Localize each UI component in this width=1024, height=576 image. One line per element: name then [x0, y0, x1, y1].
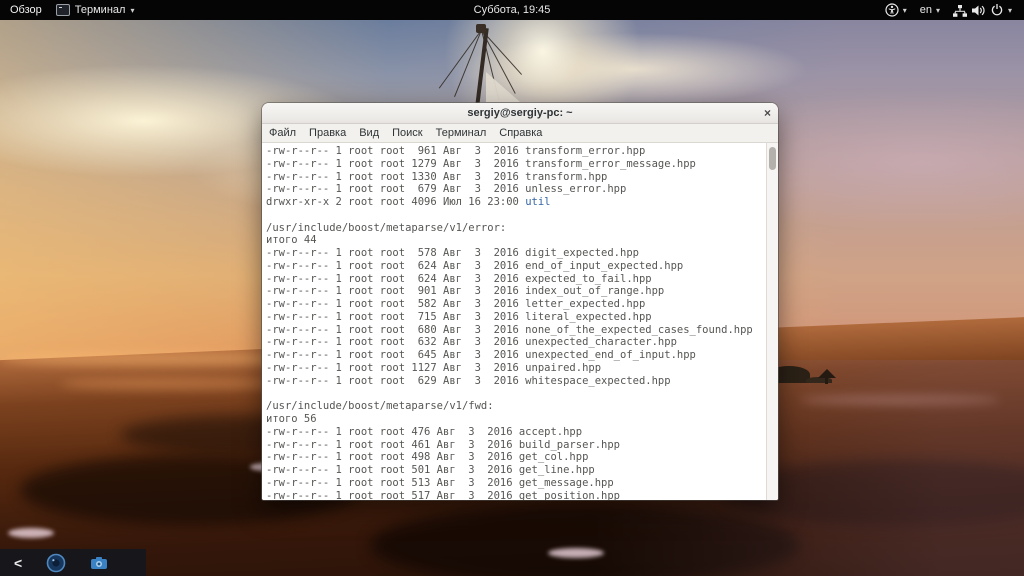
- system-status-menu[interactable]: ▾: [952, 3, 1012, 17]
- terminal-line: -rw-r--r-- 1 root root 961 Авг 3 2016 tr…: [266, 145, 646, 157]
- accessibility-menu[interactable]: ▾: [885, 3, 907, 17]
- wave-foam: [8, 528, 54, 538]
- volume-icon: [971, 5, 985, 15]
- sail-shape: [486, 72, 520, 102]
- hut-silhouette: [818, 369, 836, 378]
- terminal-line: -rw-r--r-- 1 root root 498 Авг 3 2016 ge…: [266, 451, 589, 464]
- menu-file[interactable]: Файл: [269, 127, 296, 139]
- terminal-line: -rw-r--r-- 1 root root 461 Авг 3 2016 bu…: [266, 438, 621, 451]
- terminal-line: -rw-r--r-- 1 root root 501 Авг 3 2016 ge…: [266, 464, 595, 477]
- terminal-line: -rw-r--r-- 1 root root 624 Авг 3 2016 en…: [266, 259, 684, 272]
- terminal-line: /usr/include/boost/metaparse/v1/fwd:: [266, 400, 494, 413]
- power-icon: [991, 4, 1003, 16]
- hut-silhouette: [825, 378, 828, 384]
- top-panel: Обзор Терминал ▾ Суббота, 19:45 ▾ en ▾ ▾: [0, 0, 1024, 20]
- terminal-line: -rw-r--r-- 1 root root 629 Авг 3 2016 wh…: [266, 374, 671, 387]
- menu-search[interactable]: Поиск: [392, 127, 422, 139]
- chevron-down-icon: ▾: [130, 5, 135, 15]
- terminal-line: -rw-r--r-- 1 root root 1279 Авг 3 2016 t…: [266, 157, 696, 170]
- terminal-line: -rw-r--r-- 1 root root 901 Авг 3 2016 in…: [266, 285, 665, 298]
- window-title: sergiy@sergiy-pc: ~: [467, 107, 573, 119]
- terminal-line: -rw-r--r-- 1 root root 645 Авг 3 2016 un…: [266, 349, 696, 362]
- network-icon: [952, 4, 967, 17]
- terminal-line: -rw-r--r-- 1 root root 582 Авг 3 2016 le…: [266, 298, 646, 311]
- keyboard-layout-menu[interactable]: en ▾: [920, 4, 940, 16]
- terminal-line: -rw-r--r-- 1 root root 578 Авг 3 2016 di…: [266, 247, 639, 260]
- terminal-line: итого 56: [266, 413, 317, 426]
- window-titlebar[interactable]: sergiy@sergiy-pc: ~ ×: [262, 103, 778, 124]
- terminal-line: -rw-r--r-- 1 root root 1330 Авг 3 2016 t…: [266, 170, 608, 183]
- terminal-body: -rw-r--r-- 1 root root 961 Авг 3 2016 tr…: [262, 143, 778, 500]
- menu-edit[interactable]: Правка: [309, 127, 346, 139]
- tray-app-lens-icon[interactable]: [46, 553, 66, 573]
- clock-button[interactable]: Суббота, 19:45: [474, 4, 551, 16]
- bottom-tray: <: [0, 549, 146, 576]
- mast-top: [476, 24, 486, 33]
- chevron-down-icon: ▾: [935, 5, 940, 15]
- terminal-line: -rw-r--r-- 1 root root 679 Авг 3 2016 un…: [266, 183, 627, 196]
- terminal-line: -rw-r--r-- 1 root root 513 Авг 3 2016 ge…: [266, 476, 614, 489]
- menu-terminal[interactable]: Терминал: [436, 127, 487, 139]
- terminal-line: -rw-r--r-- 1 root root 680 Авг 3 2016 no…: [266, 323, 753, 336]
- terminal-line: drwxr-xr-x 2 root root 4096 Июл 16 23:00…: [266, 196, 551, 209]
- terminal-line: -rw-r--r-- 1 root root 715 Авг 3 2016 li…: [266, 310, 652, 323]
- tray-camera-icon[interactable]: [90, 556, 108, 570]
- terminal-app-icon: [55, 4, 70, 16]
- terminal-line: -rw-r--r-- 1 root root 517 Авг 3 2016 ge…: [266, 489, 621, 500]
- menu-help[interactable]: Справка: [499, 127, 542, 139]
- chevron-down-icon: ▾: [1007, 5, 1012, 15]
- app-menu-button[interactable]: Терминал ▾: [55, 4, 135, 16]
- ship-mast-silhouette: [428, 24, 548, 106]
- menu-view[interactable]: Вид: [359, 127, 379, 139]
- terminal-line: итого 44: [266, 234, 317, 247]
- app-menu-label: Терминал: [74, 4, 126, 16]
- tray-expand-button[interactable]: <: [14, 556, 22, 570]
- terminal-line: -rw-r--r-- 1 root root 476 Авг 3 2016 ac…: [266, 425, 583, 438]
- terminal-window: sergiy@sergiy-pc: ~ × Файл Правка Вид По…: [262, 103, 778, 500]
- chevron-down-icon: ▾: [902, 5, 907, 15]
- activities-button[interactable]: Обзор: [10, 4, 42, 16]
- scrollbar-thumb[interactable]: [769, 147, 776, 170]
- terminal-line: /usr/include/boost/metaparse/v1/error:: [266, 221, 507, 234]
- terminal-line: -rw-r--r-- 1 root root 1127 Авг 3 2016 u…: [266, 362, 602, 375]
- terminal-scrollbar[interactable]: [766, 143, 778, 500]
- terminal-menubar: Файл Правка Вид Поиск Терминал Справка: [262, 124, 778, 143]
- terminal-line: -rw-r--r-- 1 root root 624 Авг 3 2016 ex…: [266, 272, 652, 285]
- terminal-line: -rw-r--r-- 1 root root 632 Авг 3 2016 un…: [266, 336, 677, 349]
- keyboard-layout-label: en: [919, 4, 932, 16]
- accessibility-icon: [885, 3, 899, 17]
- close-icon[interactable]: ×: [764, 103, 771, 123]
- wave-foam: [548, 548, 604, 558]
- terminal-output[interactable]: -rw-r--r-- 1 root root 961 Авг 3 2016 tr…: [262, 143, 766, 500]
